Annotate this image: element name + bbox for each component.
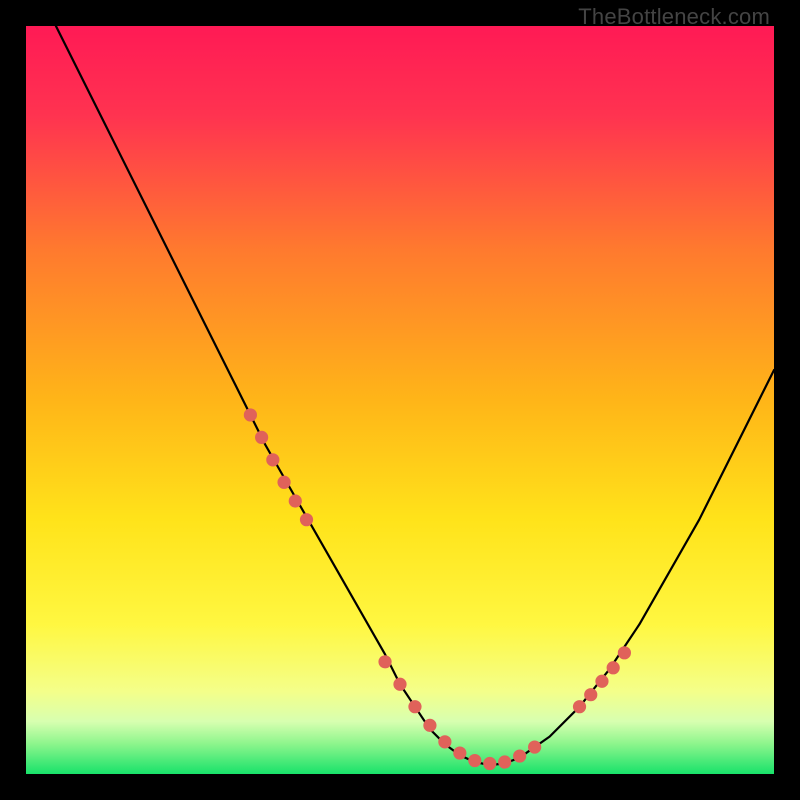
highlight-dot [266,453,279,466]
gradient-background [26,26,774,774]
highlight-dot [393,678,406,691]
highlight-dot [498,755,511,768]
highlight-dot [483,757,496,770]
highlight-dot [255,431,268,444]
highlight-dot [513,749,526,762]
highlight-dot [408,700,421,713]
highlight-dot [378,655,391,668]
highlight-dot [528,740,541,753]
bottleneck-chart [26,26,774,774]
highlight-dot [584,688,597,701]
highlight-dot [423,719,436,732]
highlight-dot [244,408,257,421]
watermark-text: TheBottleneck.com [578,4,770,30]
highlight-dot [573,700,586,713]
highlight-dot [438,735,451,748]
highlight-dot [300,513,313,526]
highlight-dot [607,661,620,674]
highlight-dot [453,746,466,759]
highlight-dot [277,476,290,489]
highlight-dot [468,754,481,767]
highlight-dot [289,494,302,507]
highlight-dot [618,646,631,659]
highlight-dot [595,675,608,688]
chart-frame [26,26,774,774]
